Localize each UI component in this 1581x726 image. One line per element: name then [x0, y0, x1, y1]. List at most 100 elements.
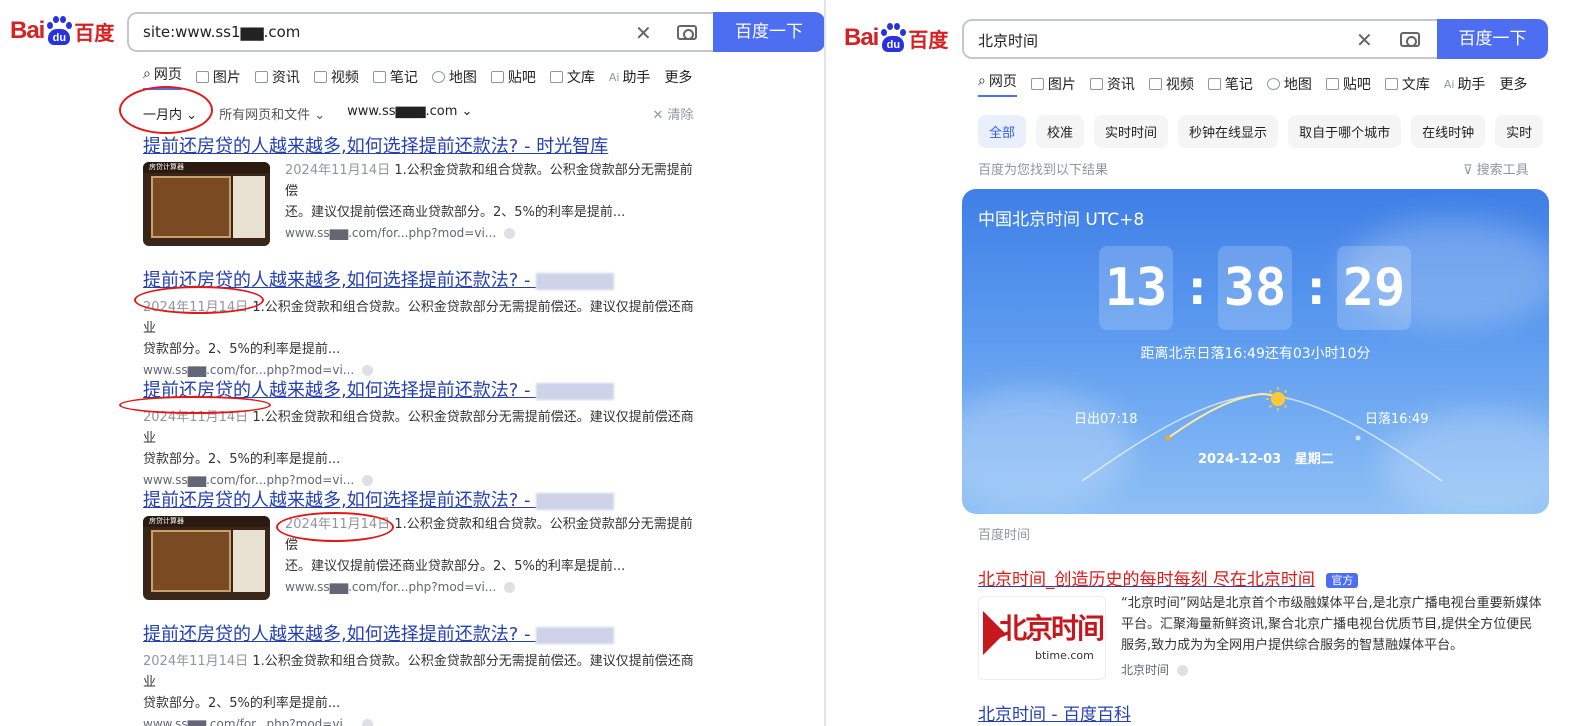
tab-label: 助手 [1457, 77, 1486, 93]
dropdown-icon[interactable] [504, 582, 516, 593]
result-description: 2024年11月14日 1.公积金贷款和组合贷款。公积金贷款部分无需提前偿还。建… [285, 160, 705, 223]
image-icon [195, 71, 209, 83]
result-desc-line: 还。建议仅提前偿还商业贷款部分。2、5%的利率是提前... [285, 205, 626, 220]
result-title-link[interactable]: 提前还房贷的人越来越多,如何选择提前还款法? - 时光智库 [143, 132, 608, 158]
logo-text-cn: 百度 [74, 20, 115, 45]
tab-news[interactable]: 资讯 [254, 64, 300, 90]
clear-icon[interactable]: ✕ [635, 21, 652, 45]
tab-label: 贴吧 [507, 70, 536, 86]
tieba-icon [490, 71, 504, 83]
chip-seconds[interactable]: 秒钟在线显示 [1178, 115, 1279, 148]
tab-video[interactable]: 视频 [313, 64, 359, 90]
clear-filter-button[interactable]: ✕ 清除 [652, 104, 693, 123]
tab-tieba[interactable]: 贴吧 [1325, 71, 1371, 97]
image-icon [1030, 78, 1044, 90]
result-title-link[interactable]: 北京时间_创造历史的每时每刻 尽在北京时间 [978, 570, 1315, 590]
search-tools-button[interactable]: ⊽ 搜索工具 [1463, 159, 1529, 178]
filter-icon: ⊽ [1463, 163, 1473, 178]
result-title-text: 北京时间_创造历史的每时每刻 尽在北京时间 [978, 570, 1315, 590]
baidu-logo[interactable]: Bai du 百度 [844, 23, 948, 53]
dropdown-icon[interactable] [1177, 665, 1189, 676]
dropdown-icon[interactable] [362, 475, 374, 486]
tab-wenku[interactable]: 文库 [549, 64, 595, 90]
close-icon: ✕ [652, 108, 664, 123]
sunset-time: 日落16:49 [1365, 412, 1429, 427]
result-url[interactable]: www.ss▆▆.com/for...php?mod=vi... [143, 363, 703, 377]
tab-label: 文库 [566, 70, 595, 86]
chip-calibrate[interactable]: 校准 [1036, 115, 1085, 148]
tab-notes[interactable]: 笔记 [372, 64, 418, 90]
redacted-block [536, 382, 615, 400]
logo-text-du: du [48, 29, 71, 45]
tab-more[interactable]: 更多 [664, 64, 692, 90]
dropdown-icon[interactable] [362, 719, 374, 726]
search-button[interactable]: 百度一下 [1437, 19, 1548, 59]
dropdown-icon[interactable] [362, 365, 374, 376]
tab-bar: ⌕ 网页 图片 资讯 视频 笔记 地图 贴吧 文库 Ai 助手 更多 [143, 64, 706, 90]
search-tools-label: 搜索工具 [1476, 163, 1529, 178]
tab-label: 资讯 [271, 70, 300, 86]
redacted-block [536, 492, 615, 510]
tab-notes[interactable]: 笔记 [1207, 71, 1253, 97]
clock-date: 2024-12-03 星期二 [1198, 448, 1334, 467]
search-input[interactable]: 北京时间 [978, 30, 1038, 51]
tab-assistant[interactable]: Ai 助手 [1444, 71, 1486, 97]
type-filter-dropdown[interactable]: 所有网页和文件 ⌄ [219, 104, 325, 123]
tab-label: 地图 [448, 70, 477, 86]
tab-map[interactable]: 地图 [1266, 71, 1312, 97]
date-text: 2024-12-03 [1198, 452, 1282, 467]
beijing-time-card: 中国北京时间 UTC+8 13 : 38 : 29 距离北京日落16:49还有0… [962, 189, 1549, 514]
paw-icon: du [879, 23, 907, 53]
baidu-logo[interactable]: Bai du 百度 [10, 16, 114, 46]
calculator-panel [151, 176, 231, 238]
chip-online-clock[interactable]: 在线时钟 [1411, 115, 1486, 148]
search-box[interactable]: 北京时间 ✕ [962, 19, 1438, 59]
search-icon: ⌕ [143, 66, 151, 82]
search-button[interactable]: 百度一下 [713, 12, 825, 52]
clear-filter-label: 清除 [667, 108, 694, 123]
chip-realtime[interactable]: 实时时间 [1094, 115, 1169, 148]
result-thumbnail[interactable]: 房贷计算器 [143, 516, 270, 600]
camera-icon[interactable] [677, 25, 697, 40]
chip-city[interactable]: 取自于哪个城市 [1288, 115, 1402, 148]
tab-images[interactable]: 图片 [1030, 71, 1076, 97]
result-thumbnail[interactable]: 房贷计算器 [143, 162, 270, 246]
camera-icon[interactable] [1400, 32, 1420, 47]
tab-more[interactable]: 更多 [1499, 71, 1527, 97]
clear-icon[interactable]: ✕ [1356, 28, 1373, 52]
result-url[interactable]: www.ss▆▆.com/for...php?mod=vi... [285, 226, 705, 240]
type-filter-label: 所有网页和文件 [219, 108, 311, 123]
tab-web[interactable]: ⌕ 网页 [978, 71, 1017, 97]
result-url-text: www.ss▆▆.com/for...php?mod=vi... [285, 226, 497, 240]
dropdown-icon[interactable] [504, 228, 516, 239]
tab-label: 笔记 [389, 70, 418, 86]
tab-wenku[interactable]: 文库 [1384, 71, 1430, 97]
tab-assistant[interactable]: Ai 助手 [609, 64, 651, 90]
tab-news[interactable]: 资讯 [1089, 71, 1135, 97]
chip-realtime-2[interactable]: 实时 [1495, 115, 1544, 148]
search-input[interactable]: site:www.ss1▆▆.com [143, 23, 300, 41]
btime-logo-en: btime.com [1035, 649, 1094, 662]
tab-video[interactable]: 视频 [1148, 71, 1194, 97]
result-title-link[interactable]: 北京时间 - 百度百科 [978, 700, 1131, 725]
search-box[interactable]: site:www.ss1▆▆.com ✕ [127, 12, 714, 52]
result-title-link[interactable]: 提前还房贷的人越来越多,如何选择提前还款法? - [143, 486, 615, 512]
tab-tieba[interactable]: 贴吧 [490, 64, 536, 90]
tab-images[interactable]: 图片 [195, 64, 241, 90]
site-filter-dropdown[interactable]: www.ss▆▆▆.com ⌄ [347, 104, 472, 123]
ai-icon: Ai [608, 70, 620, 84]
result-url[interactable]: www.ss▆▆.com/for...php?mod=vi... [143, 473, 703, 487]
source-label: 百度时间 [978, 528, 1031, 543]
result-url[interactable]: www.ss▆▆.com/for...php?mod=vi... [143, 717, 703, 726]
tab-label: 笔记 [1224, 77, 1253, 93]
result-site[interactable]: 北京时间 [1121, 661, 1189, 678]
result-desc-line: 平台。汇聚海量新鲜资讯,聚合北京广播电视台优质节目,提供全方位便民 [1121, 617, 1533, 632]
chip-all[interactable]: 全部 [978, 115, 1027, 148]
tab-bar: ⌕ 网页 图片 资讯 视频 笔记 地图 贴吧 文库 Ai 助手 更多 [978, 71, 1541, 97]
result-title-link[interactable]: 提前还房贷的人越来越多,如何选择提前还款法? - [143, 620, 615, 646]
chevron-down-icon: ⌄ [461, 104, 473, 119]
result-url[interactable]: www.ss▆▆.com/for...php?mod=vi... [285, 580, 705, 594]
tab-map[interactable]: 地图 [431, 64, 477, 90]
btime-logo[interactable]: 北京时间 btime.com [978, 596, 1106, 680]
tab-label: 图片 [212, 70, 241, 86]
